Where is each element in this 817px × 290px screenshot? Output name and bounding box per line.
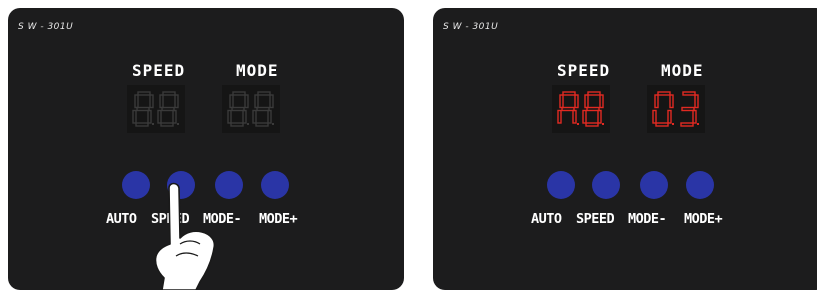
display-segment (597, 109, 602, 124)
display-segment (652, 109, 657, 124)
display-segment (657, 91, 671, 96)
speed-display (127, 85, 185, 133)
mode-display (222, 85, 280, 133)
display-segment (229, 94, 234, 109)
mode-label: MODE (236, 61, 279, 80)
display-segment (232, 91, 246, 96)
display-segment (585, 122, 599, 127)
speed-display-digits (132, 91, 179, 127)
display-segment (574, 94, 579, 109)
display-decimal-point (152, 123, 154, 125)
mode-minus-button[interactable] (640, 171, 668, 199)
display-segment (137, 91, 151, 96)
mode-label: MODE (661, 61, 704, 80)
display-segment (252, 109, 257, 124)
auto-button[interactable] (547, 171, 575, 199)
display-decimal-point (602, 123, 604, 125)
display-segment (582, 109, 587, 124)
mode-plus-button-label: MODE+ (684, 211, 723, 227)
display-segment (231, 106, 245, 112)
display-segment (256, 106, 270, 112)
display-segment (561, 106, 575, 112)
display-segment (159, 94, 164, 109)
controller-panel-right: S W - 301U SPEED MODE AUTO SPEED MODE- M… (433, 8, 817, 290)
model-label: S W - 301U (443, 22, 499, 32)
display-segment (244, 94, 249, 109)
display-segment (267, 109, 272, 124)
display-segment (255, 122, 269, 127)
display-segment (599, 94, 604, 109)
display-segment (227, 109, 232, 124)
display-decimal-point (672, 123, 674, 125)
display-segment (654, 94, 659, 109)
mode-plus-button[interactable] (261, 171, 289, 199)
controller-panel-left: S W - 301U SPEED MODE AUTO SPEED MODE- M… (8, 8, 404, 290)
display-segment (135, 122, 149, 127)
display-segment (587, 91, 601, 96)
auto-button-label: AUTO (531, 211, 562, 227)
mode-minus-button-label: MODE- (628, 211, 667, 227)
display-segment (655, 122, 669, 127)
display-segment (242, 109, 247, 124)
display-segment (134, 94, 139, 109)
pointing-hand-icon (154, 182, 216, 290)
display-segment (160, 122, 174, 127)
display-segment (230, 122, 244, 127)
display-segment (132, 109, 137, 124)
display-decimal-point (577, 123, 579, 125)
display-segment (257, 91, 271, 96)
display-segment (682, 91, 696, 96)
display-segment (161, 106, 175, 112)
display-segment (172, 109, 177, 124)
display-segment (269, 94, 274, 109)
display-segment (694, 94, 699, 109)
mode-display (647, 85, 705, 133)
display-segment (157, 109, 162, 124)
display-segment (147, 109, 152, 124)
display-segment (557, 109, 562, 124)
display-segment (667, 109, 672, 124)
display-decimal-point (247, 123, 249, 125)
display-segment (669, 94, 674, 109)
mode-plus-button[interactable] (686, 171, 714, 199)
display-segment (136, 106, 150, 112)
display-segment (586, 106, 600, 112)
speed-label: SPEED (132, 61, 186, 80)
display-segment (584, 94, 589, 109)
model-label: S W - 301U (18, 22, 74, 32)
display-segment (572, 109, 577, 124)
display-segment (174, 94, 179, 109)
display-segment (149, 94, 154, 109)
speed-display-digits (557, 91, 604, 127)
display-segment (680, 122, 694, 127)
mode-display-digits (227, 91, 274, 127)
mode-plus-button-label: MODE+ (259, 211, 298, 227)
mode-display-digits (652, 91, 699, 127)
display-segment (254, 94, 259, 109)
speed-display (552, 85, 610, 133)
display-decimal-point (697, 123, 699, 125)
display-segment (681, 106, 695, 112)
display-segment (559, 94, 564, 109)
display-segment (692, 109, 697, 124)
display-decimal-point (177, 123, 179, 125)
display-decimal-point (272, 123, 274, 125)
display-segment (162, 91, 176, 96)
speed-button-label: SPEED (576, 211, 615, 227)
speed-label: SPEED (557, 61, 611, 80)
speed-button[interactable] (592, 171, 620, 199)
display-segment (562, 91, 576, 96)
